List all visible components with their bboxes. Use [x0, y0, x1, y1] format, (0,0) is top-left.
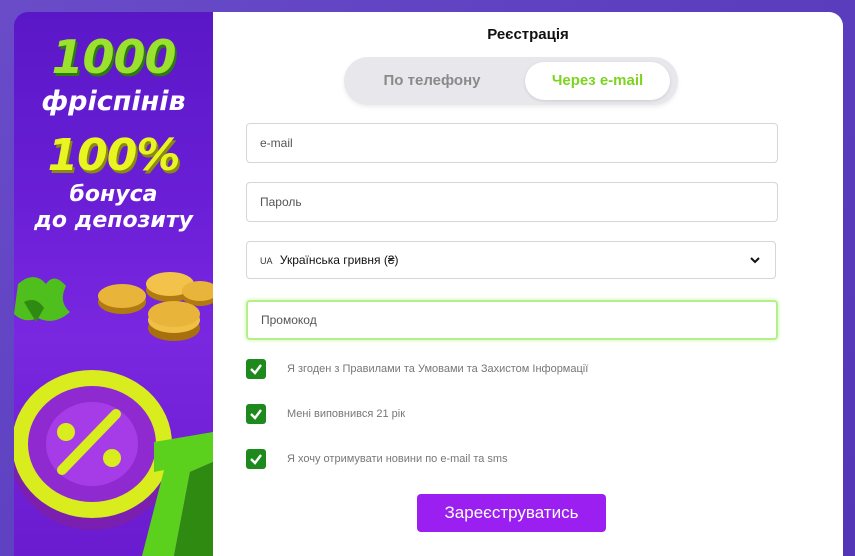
checkmark-icon	[250, 409, 262, 420]
casino-chip-coins-illustration	[14, 272, 213, 556]
age-checkbox[interactable]	[246, 404, 266, 424]
currency-value: Українська гривня (₴)	[279, 253, 399, 267]
checkmark-icon	[250, 364, 262, 375]
bonus-text-line2: до депозиту	[34, 208, 193, 233]
currency-code: UA	[260, 256, 273, 266]
terms-agreement-row: Я згоден з Правилами та Умовами та Захис…	[246, 359, 588, 379]
bonus-text-line1: бонуса	[69, 182, 158, 207]
tab-phone[interactable]: По телефону	[352, 62, 512, 100]
bonus-percent: 100%	[47, 130, 181, 181]
promo-banner: 1000 фріспінів 100% бонуса до депозиту	[14, 12, 213, 556]
form-title: Реєстрація	[487, 26, 569, 43]
freespins-count: 1000	[51, 30, 176, 84]
freespins-label: фріспінів	[41, 86, 186, 117]
promo-code-field[interactable]	[246, 300, 778, 340]
email-field[interactable]	[246, 123, 778, 163]
terms-label: Я згоден з Правилами та Умовами та Захис…	[287, 363, 589, 375]
register-button[interactable]: Зареєструватись	[417, 494, 606, 532]
chevron-down-icon	[750, 257, 760, 264]
password-field[interactable]	[246, 182, 778, 222]
currency-select[interactable]: UA Українська гривня (₴)	[246, 241, 776, 279]
tab-email[interactable]: Через e-mail	[525, 62, 670, 100]
newsletter-checkbox[interactable]	[246, 449, 266, 469]
registration-form: Реєстрація По телефону Через e-mail UA У…	[213, 12, 843, 556]
age-confirmation-row: Мені виповнився 21 рік	[246, 404, 405, 424]
newsletter-label: Я хочу отримувати новини по e-mail та sm…	[287, 453, 508, 465]
checkmark-icon	[250, 454, 262, 465]
terms-checkbox[interactable]	[246, 359, 266, 379]
registration-method-tabs: По телефону Через e-mail	[344, 57, 678, 105]
newsletter-row: Я хочу отримувати новини по e-mail та sm…	[246, 449, 508, 469]
age-label: Мені виповнився 21 рік	[287, 408, 406, 420]
